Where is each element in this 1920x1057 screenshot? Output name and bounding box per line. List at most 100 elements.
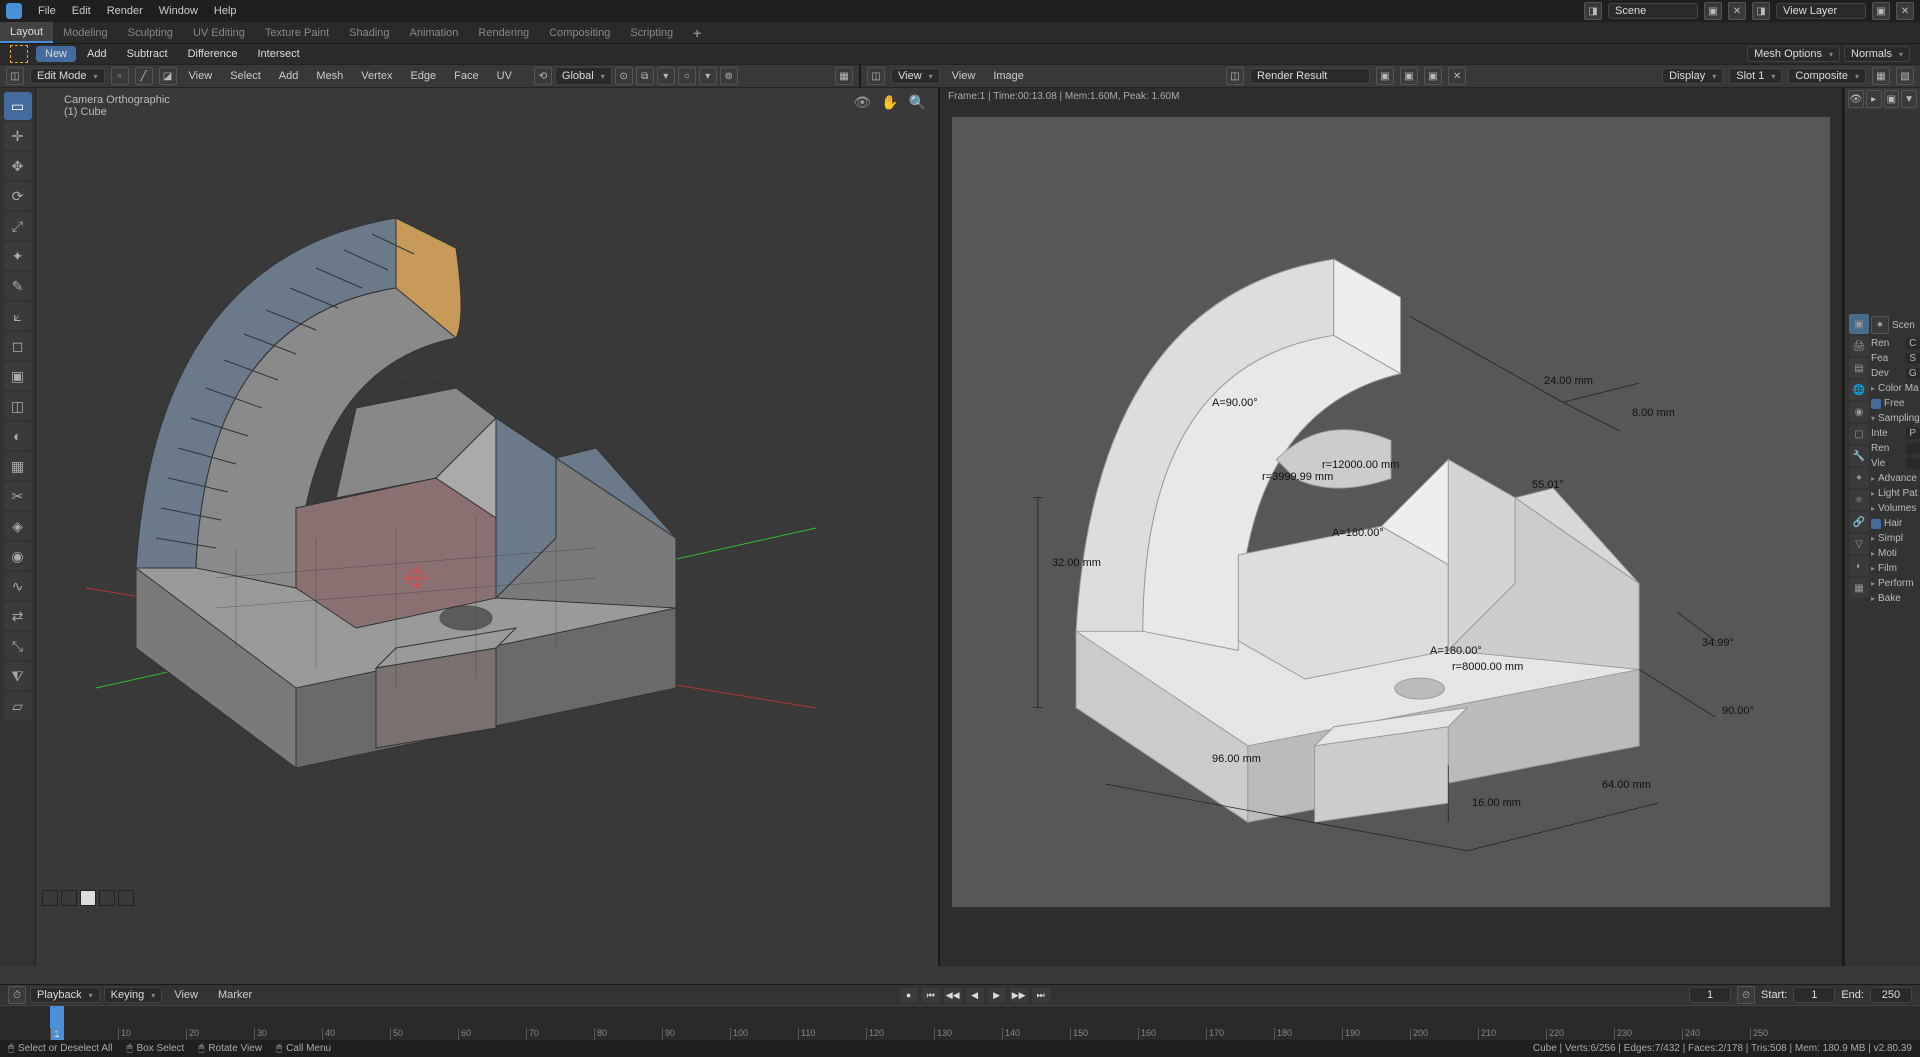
timeline-view-menu[interactable]: View xyxy=(166,989,206,1001)
orientation-dropdown[interactable]: Global xyxy=(555,67,612,85)
wireframe-mode-icon[interactable] xyxy=(42,890,58,906)
orientation-icon[interactable]: ⟲ xyxy=(534,67,552,85)
shrink-tool-icon[interactable]: ⤡ xyxy=(4,632,32,660)
inset-tool-icon[interactable]: ◫ xyxy=(4,392,32,420)
transform-tool-icon[interactable]: ✦ xyxy=(4,242,32,270)
output-props-tab-icon[interactable]: 🖨 xyxy=(1849,336,1869,356)
end-frame-field[interactable]: 250 xyxy=(1870,987,1912,1003)
outliner-eye-icon[interactable]: 👁 xyxy=(1848,90,1864,108)
bake-panel[interactable]: Bake xyxy=(1878,593,1920,604)
viewlayer-name-field[interactable]: View Layer xyxy=(1776,3,1866,19)
render-slot-b-icon[interactable]: ▣ xyxy=(1400,67,1418,85)
outliner-filter-icon[interactable]: ▼ xyxy=(1901,90,1917,108)
rotate-tool-icon[interactable]: ⟳ xyxy=(4,182,32,210)
keying-dropdown[interactable]: Keying xyxy=(104,987,163,1003)
advanced-panel[interactable]: Advance xyxy=(1878,473,1920,484)
play-reverse-icon[interactable]: ◀ xyxy=(966,987,984,1003)
timeline-marker-menu[interactable]: Marker xyxy=(210,989,260,1001)
lightpaths-panel[interactable]: Light Pat xyxy=(1878,488,1920,499)
polybuild-tool-icon[interactable]: ◈ xyxy=(4,512,32,540)
knife-tool-icon[interactable]: ✂ xyxy=(4,482,32,510)
tab-compositing[interactable]: Compositing xyxy=(539,22,620,43)
viewlayer-browse-icon[interactable]: ◨ xyxy=(1752,2,1770,20)
autokey-icon[interactable]: ● xyxy=(900,987,918,1003)
render-slot-c-icon[interactable]: ▣ xyxy=(1424,67,1442,85)
render-slot-a-icon[interactable]: ▣ xyxy=(1376,67,1394,85)
tab-texturepaint[interactable]: Texture Paint xyxy=(255,22,339,43)
film-panel[interactable]: Film xyxy=(1878,563,1920,574)
viewlayer-delete-icon[interactable]: ✕ xyxy=(1896,2,1914,20)
solid-mode-icon[interactable] xyxy=(61,890,77,906)
render-close-icon[interactable]: ✕ xyxy=(1448,67,1466,85)
tab-animation[interactable]: Animation xyxy=(400,22,469,43)
menu-file[interactable]: File xyxy=(30,5,64,17)
face-select-icon[interactable]: ◪ xyxy=(159,67,177,85)
bool-intersect-button[interactable]: Intersect xyxy=(249,46,309,62)
start-frame-field[interactable]: 1 xyxy=(1793,987,1835,1003)
render-samples-field[interactable] xyxy=(1906,443,1920,454)
scene-icon[interactable]: ✶ xyxy=(1871,316,1889,334)
constraint-props-tab-icon[interactable]: 🔗 xyxy=(1849,512,1869,532)
performance-panel[interactable]: Perform xyxy=(1878,578,1920,589)
select-box-tool-icon[interactable]: ▭ xyxy=(4,92,32,120)
bevel-tool-icon[interactable]: ◐ xyxy=(4,422,32,450)
render-engine-dropdown[interactable]: C xyxy=(1906,338,1920,349)
color-management-panel[interactable]: Color Ma xyxy=(1878,383,1920,394)
spin-tool-icon[interactable]: ◉ xyxy=(4,542,32,570)
render-props-tab-icon[interactable]: ▣ xyxy=(1849,314,1869,334)
viewport-zoom-icon[interactable]: 🔍 xyxy=(909,94,926,111)
menu-window[interactable]: Window xyxy=(151,5,206,17)
device-dropdown[interactable]: G xyxy=(1906,368,1920,379)
physics-props-tab-icon[interactable]: ⚛ xyxy=(1849,490,1869,510)
annotate-tool-icon[interactable]: ✎ xyxy=(4,272,32,300)
render-slot-dropdown[interactable]: Slot 1 xyxy=(1729,68,1782,84)
render-color-icon[interactable]: ▦ xyxy=(1872,67,1890,85)
integrator-dropdown[interactable]: P xyxy=(1906,428,1920,439)
render-image-browse-icon[interactable]: ◫ xyxy=(1226,67,1244,85)
extrude-tool-icon[interactable]: ▣ xyxy=(4,362,32,390)
proportional-dropdown-icon[interactable]: ▾ xyxy=(699,67,717,85)
motionblur-panel[interactable]: Moti xyxy=(1878,548,1920,559)
sampling-panel[interactable]: Sampling xyxy=(1878,413,1920,424)
timeline-editor-icon[interactable]: ⏱ xyxy=(8,986,26,1004)
scale-tool-icon[interactable]: ⤢ xyxy=(4,212,32,240)
cursor-tool-icon[interactable] xyxy=(10,45,28,63)
viewport-pan-icon[interactable]: ✋ xyxy=(881,94,898,111)
smooth-tool-icon[interactable]: ∿ xyxy=(4,572,32,600)
render-pass-dropdown[interactable]: Composite xyxy=(1788,68,1866,84)
menu-help[interactable]: Help xyxy=(206,5,245,17)
cursor-tool-icon[interactable]: ✛ xyxy=(4,122,32,150)
bool-subtract-button[interactable]: Subtract xyxy=(118,46,177,62)
rip-tool-icon[interactable]: ⧨ xyxy=(4,662,32,690)
scene-delete-icon[interactable]: ✕ xyxy=(1728,2,1746,20)
bool-new-button[interactable]: New xyxy=(36,46,76,62)
tab-layout[interactable]: Layout xyxy=(0,22,53,43)
jump-start-icon[interactable]: ⏮ xyxy=(922,987,940,1003)
volumes-panel[interactable]: Volumes xyxy=(1878,503,1920,514)
viewport-menu-select[interactable]: Select xyxy=(224,70,267,82)
render-view-dropdown[interactable]: View xyxy=(891,68,940,84)
bool-add-button[interactable]: Add xyxy=(78,46,116,62)
loopcut-tool-icon[interactable]: ▦ xyxy=(4,452,32,480)
add-cube-tool-icon[interactable]: ◻ xyxy=(4,332,32,360)
viewlayer-new-icon[interactable]: ▣ xyxy=(1872,2,1890,20)
measure-tool-icon[interactable]: ⟀ xyxy=(4,302,32,330)
next-keyframe-icon[interactable]: ▶▶ xyxy=(1010,987,1028,1003)
preview-range-icon[interactable]: ⏲ xyxy=(1737,986,1755,1004)
mesh-options-dropdown[interactable]: Mesh Options xyxy=(1747,46,1840,62)
hair-checkbox[interactable] xyxy=(1871,519,1881,529)
object-props-tab-icon[interactable]: ▢ xyxy=(1849,424,1869,444)
prev-keyframe-icon[interactable]: ◀◀ xyxy=(944,987,962,1003)
viewport-menu-edge[interactable]: Edge xyxy=(404,70,442,82)
tab-scripting[interactable]: Scripting xyxy=(620,22,683,43)
tab-rendering[interactable]: Rendering xyxy=(468,22,539,43)
3d-viewport[interactable]: Camera Orthographic (1) Cube 👁 ✋ 🔍 xyxy=(36,88,938,966)
scene-browse-icon[interactable]: ◨ xyxy=(1584,2,1602,20)
rendered-mode-icon[interactable] xyxy=(99,890,115,906)
shear-tool-icon[interactable]: ▱ xyxy=(4,692,32,720)
particle-props-tab-icon[interactable]: ✦ xyxy=(1849,468,1869,488)
scene-props-tab-icon[interactable]: 🌐 xyxy=(1849,380,1869,400)
render-result-field[interactable]: Render Result xyxy=(1250,68,1370,84)
viewport-filters-icon[interactable]: ▦ xyxy=(835,67,853,85)
move-tool-icon[interactable]: ✥ xyxy=(4,152,32,180)
